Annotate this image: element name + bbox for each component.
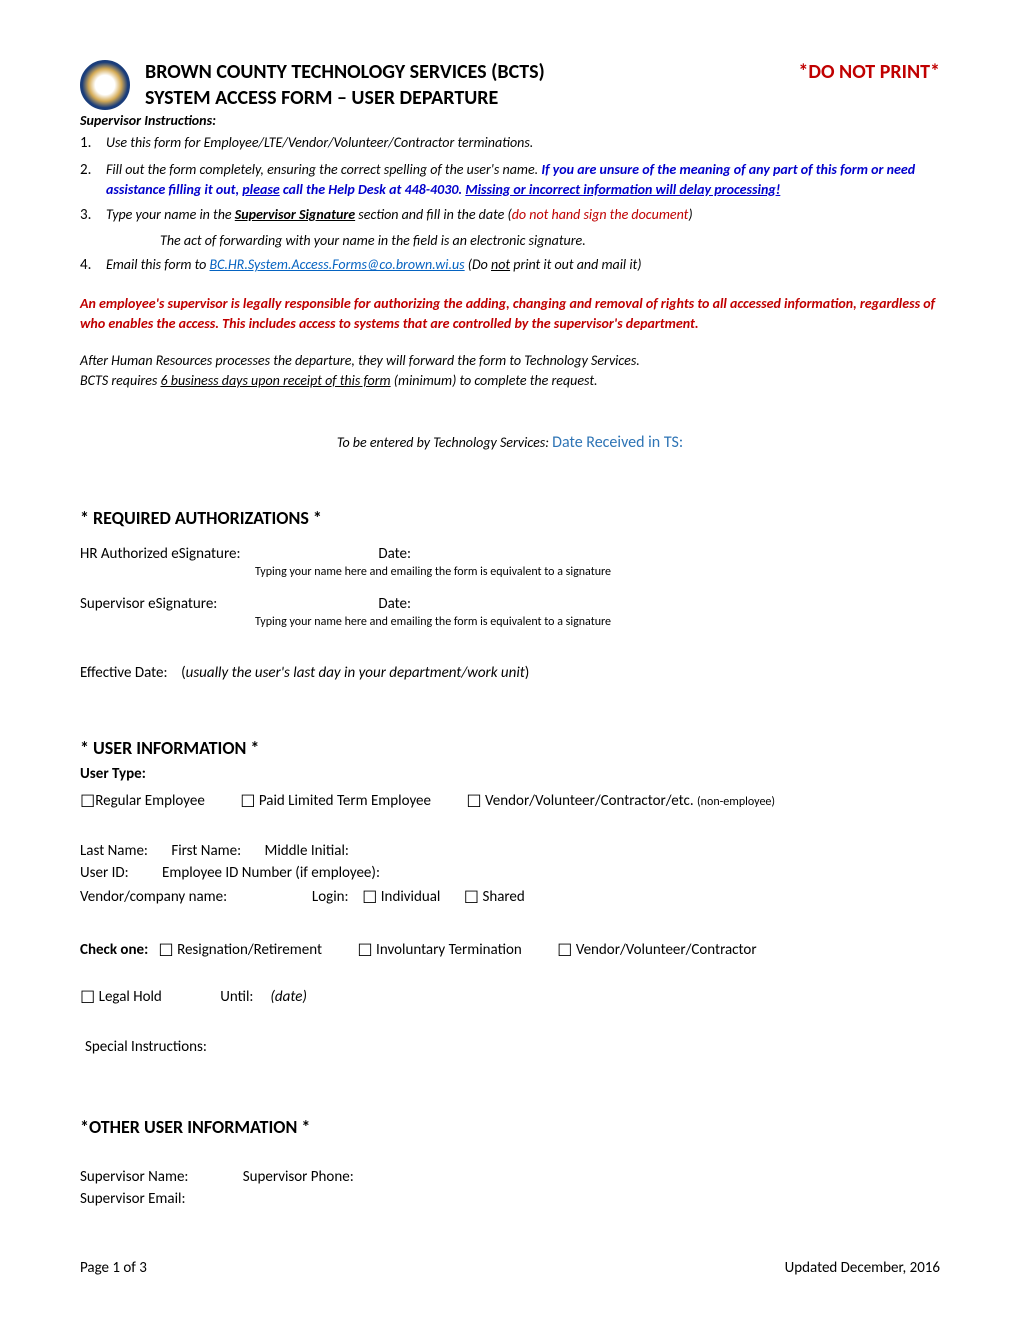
ts-label: To be entered by Technology Services: xyxy=(337,434,552,451)
checkbox-icon: ☐ xyxy=(240,791,255,812)
user-id-field[interactable]: User ID: xyxy=(80,862,129,885)
user-type-heading: User Type: xyxy=(80,765,940,783)
supervisor-instructions-label: Supervisor Instructions: xyxy=(80,112,940,129)
vendor-row: Vendor/company name: Login: ☐ Individual… xyxy=(80,887,940,908)
special-instructions-field[interactable]: Special Instructions: xyxy=(85,1038,940,1056)
page-footer: Page 1 of 3 Updated December, 2016 xyxy=(80,1259,940,1277)
checkbox-icon: ☐ xyxy=(158,940,173,961)
vendor-company-field[interactable]: Vendor/company name: xyxy=(80,888,227,906)
supervisor-date-label[interactable]: Date: xyxy=(378,595,411,613)
check-one-row: Check one: ☐ Resignation/Retirement ☐ In… xyxy=(80,940,940,961)
required-authorizations-heading: * REQUIRED AUTHORIZATIONS * xyxy=(80,507,940,529)
instruction-4: 4. Email this form to BC.HR.System.Acces… xyxy=(80,255,940,276)
instruction-3-sub: The act of forwarding with your name in … xyxy=(160,232,940,249)
sub-title: SYSTEM ACCESS FORM – USER DEPARTURE xyxy=(145,86,940,110)
checkbox-involuntary[interactable]: ☐ Involuntary Termination xyxy=(357,940,521,961)
instructions-list: 1. Use this form for Employee/LTE/Vendor… xyxy=(80,133,940,276)
ts-date-received: To be entered by Technology Services: Da… xyxy=(80,433,940,452)
user-type-options: ☐Regular Employee ☐ Paid Limited Term Em… xyxy=(80,791,940,812)
effective-date-row: Effective Date: (usually the user's last… xyxy=(80,664,940,682)
page-number: Page 1 of 3 xyxy=(80,1259,147,1277)
checkbox-individual[interactable]: ☐ Individual xyxy=(362,887,440,908)
instruction-text: Fill out the form completely, ensuring t… xyxy=(106,160,940,199)
checkbox-icon: ☐ xyxy=(466,791,481,812)
until-label[interactable]: Until: xyxy=(220,988,253,1006)
check-one-label: Check one: xyxy=(80,941,148,959)
user-information-heading: * USER INFORMATION * xyxy=(80,737,940,759)
checkbox-vendor-contractor[interactable]: ☐ Vendor/Volunteer/Contractor xyxy=(557,940,756,961)
checkbox-icon: ☐ xyxy=(80,791,95,812)
main-title: BROWN COUNTY TECHNOLOGY SERVICES (BCTS) xyxy=(145,60,545,84)
hr-esignature-label[interactable]: HR Authorized eSignature: xyxy=(80,545,375,563)
legal-responsibility-text: An employee's supervisor is legally resp… xyxy=(80,294,940,333)
instruction-num: 3. xyxy=(80,205,106,226)
hr-date-label[interactable]: Date: xyxy=(378,545,411,563)
checkbox-paid-lte[interactable]: ☐ Paid Limited Term Employee xyxy=(240,791,431,812)
login-label: Login: xyxy=(312,888,349,906)
checkbox-icon: ☐ xyxy=(464,887,479,908)
supervisor-info: Supervisor Name: Supervisor Phone: Super… xyxy=(80,1166,940,1211)
instruction-3: 3. Type your name in the Supervisor Sign… xyxy=(80,205,940,226)
instruction-num: 2. xyxy=(80,160,106,199)
email-link[interactable]: BC.HR.System.Access.Forms@co.brown.wi.us xyxy=(210,256,465,273)
hr-esignature-row: HR Authorized eSignature: Date: xyxy=(80,545,940,563)
ts-date-field[interactable]: Date Received in TS: xyxy=(552,433,683,452)
instruction-text: Type your name in the Supervisor Signatu… xyxy=(106,205,940,226)
until-date-placeholder: (date) xyxy=(270,988,307,1006)
employee-id-field[interactable]: Employee ID Number (if employee): xyxy=(162,862,380,885)
instruction-num: 1. xyxy=(80,133,106,154)
effective-date-label[interactable]: Effective Date: xyxy=(80,664,168,682)
checkbox-icon: ☐ xyxy=(80,987,95,1008)
checkbox-regular-employee[interactable]: ☐Regular Employee xyxy=(80,791,205,812)
checkbox-icon: ☐ xyxy=(357,940,372,961)
supervisor-name-field[interactable]: Supervisor Name: xyxy=(80,1168,188,1186)
hr-esignature-note: Typing your name here and emailing the f… xyxy=(255,565,940,579)
middle-initial-field[interactable]: Middle Initial: xyxy=(265,840,349,863)
instruction-text: Use this form for Employee/LTE/Vendor/Vo… xyxy=(106,133,940,154)
after-hr-text: After Human Resources processes the depa… xyxy=(80,351,940,390)
county-seal-icon xyxy=(80,60,130,110)
instruction-2: 2. Fill out the form completely, ensurin… xyxy=(80,160,940,199)
last-name-field[interactable]: Last Name: xyxy=(80,840,148,863)
form-header: BROWN COUNTY TECHNOLOGY SERVICES (BCTS) … xyxy=(80,60,940,110)
instruction-1: 1. Use this form for Employee/LTE/Vendor… xyxy=(80,133,940,154)
instruction-text: Email this form to BC.HR.System.Access.F… xyxy=(106,255,940,276)
checkbox-icon: ☐ xyxy=(362,887,377,908)
supervisor-phone-field[interactable]: Supervisor Phone: xyxy=(243,1168,354,1186)
checkbox-resignation[interactable]: ☐ Resignation/Retirement xyxy=(158,940,322,961)
checkbox-shared[interactable]: ☐ Shared xyxy=(464,887,525,908)
checkbox-legal-hold[interactable]: ☐ Legal Hold xyxy=(80,987,162,1008)
checkbox-icon: ☐ xyxy=(557,940,572,961)
first-name-field[interactable]: First Name: xyxy=(171,840,241,863)
updated-date: Updated December, 2016 xyxy=(785,1259,940,1277)
supervisor-esignature-row: Supervisor eSignature: Date: xyxy=(80,595,940,613)
legal-hold-row: ☐ Legal Hold Until: (date) xyxy=(80,987,940,1008)
header-titles: BROWN COUNTY TECHNOLOGY SERVICES (BCTS) … xyxy=(145,60,940,110)
effective-date-note: usually the user's last day in your depa… xyxy=(186,664,525,682)
other-user-information-heading: *OTHER USER INFORMATION * xyxy=(80,1116,940,1138)
name-fields-row: Last Name: First Name: Middle Initial: U… xyxy=(80,840,940,885)
supervisor-esignature-note: Typing your name here and emailing the f… xyxy=(255,615,940,629)
supervisor-esignature-label[interactable]: Supervisor eSignature: xyxy=(80,595,375,613)
do-not-print-label: *DO NOT PRINT* xyxy=(798,60,940,84)
supervisor-email-field[interactable]: Supervisor Email: xyxy=(80,1190,186,1208)
checkbox-vendor[interactable]: ☐ Vendor/Volunteer/Contractor/etc. (non-… xyxy=(466,791,775,812)
instruction-num: 4. xyxy=(80,255,106,276)
